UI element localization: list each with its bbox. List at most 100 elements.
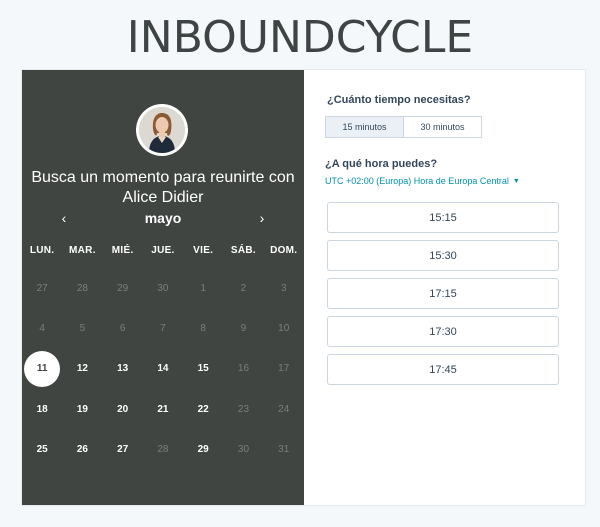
day-cell[interactable]: 18 bbox=[22, 389, 62, 429]
weekday-label: MIÉ. bbox=[111, 245, 134, 256]
day-number: 16 bbox=[237, 363, 250, 375]
day-cell: 23 bbox=[223, 389, 263, 429]
day-cell: 31 bbox=[264, 429, 304, 469]
day-cell[interactable]: 13 bbox=[103, 349, 143, 389]
day-number: 31 bbox=[278, 443, 290, 455]
day-cell[interactable]: 29 bbox=[183, 429, 223, 469]
day-cell: 2 bbox=[223, 268, 263, 308]
day-number: 29 bbox=[197, 443, 209, 455]
day-number: 18 bbox=[36, 403, 48, 415]
time-slot-list: 15:15 15:30 17:15 17:30 17:45 bbox=[327, 202, 559, 392]
time-panel: ¿Cuánto tiempo necesitas? 15 minutos 30 … bbox=[304, 70, 585, 505]
day-number: 7 bbox=[160, 322, 166, 334]
day-cell: 10 bbox=[264, 308, 304, 348]
day-number: 11 bbox=[24, 350, 61, 387]
day-number: 12 bbox=[76, 363, 88, 375]
day-cell[interactable]: 26 bbox=[62, 429, 102, 469]
day-cell[interactable]: 19 bbox=[62, 389, 102, 429]
day-number: 9 bbox=[240, 322, 247, 334]
duration-option-30[interactable]: 30 minutos bbox=[403, 116, 482, 138]
day-cell: 3 bbox=[264, 268, 304, 308]
avatar-photo bbox=[139, 107, 185, 153]
day-number: 17 bbox=[278, 363, 290, 375]
day-cell: 9 bbox=[223, 308, 263, 348]
weekday-label: DOM. bbox=[270, 245, 298, 256]
timezone-label: UTC +02:00 (Europa) Hora de Europa Centr… bbox=[325, 176, 509, 186]
day-number: 1 bbox=[200, 282, 206, 294]
day-number: 30 bbox=[237, 443, 250, 455]
day-cell: 30 bbox=[143, 268, 183, 308]
inboundcycle-logo: INBOUNDCYCLE bbox=[127, 12, 473, 62]
day-cell: 27 bbox=[22, 268, 62, 308]
day-cell[interactable]: 12 bbox=[62, 349, 102, 389]
day-cell[interactable]: 14 bbox=[143, 349, 183, 389]
duration-option-15[interactable]: 15 minutos bbox=[325, 116, 404, 138]
host-heading: Busca un momento para reunirte con Alice… bbox=[31, 169, 295, 206]
time-question: ¿A qué hora puedes? bbox=[325, 158, 438, 170]
booking-card: Busca un momento para reunirte con Alice… bbox=[22, 70, 585, 505]
day-number: 5 bbox=[79, 322, 86, 334]
weekday-label: SÁB. bbox=[230, 245, 256, 256]
day-number: 3 bbox=[280, 282, 287, 294]
day-number: 19 bbox=[76, 403, 88, 415]
weekday-label: JUE. bbox=[151, 245, 175, 256]
duration-question: ¿Cuánto tiempo necesitas? bbox=[327, 94, 471, 106]
day-number: 6 bbox=[119, 322, 126, 334]
logo-text: INBOUNDCYCLE bbox=[127, 12, 473, 62]
day-cell: 29 bbox=[103, 268, 143, 308]
day-number: 4 bbox=[39, 322, 45, 334]
weekday-label: VIE. bbox=[193, 245, 214, 256]
time-slot-button[interactable]: 15:30 bbox=[327, 240, 559, 271]
day-cell: 4 bbox=[22, 308, 62, 348]
day-cell: 6 bbox=[103, 308, 143, 348]
day-cell[interactable]: 22 bbox=[183, 389, 223, 429]
day-number: 14 bbox=[157, 363, 169, 375]
time-slot-button[interactable]: 15:15 bbox=[327, 202, 559, 233]
timezone-selector[interactable]: UTC +02:00 (Europa) Hora de Europa Centr… bbox=[325, 176, 520, 186]
day-number: 28 bbox=[157, 443, 169, 455]
day-cell: 1 bbox=[183, 268, 223, 308]
duration-selector: 15 minutos 30 minutos bbox=[325, 116, 482, 138]
day-grid: 27 28 29 30 1 2 3 4 5 6 7 8 9 10 11 12 13 14 15 16 17 18 19 20 2… bbox=[22, 268, 304, 469]
day-number: 13 bbox=[117, 363, 129, 375]
day-cell: 28 bbox=[62, 268, 102, 308]
day-cell: 30 bbox=[223, 429, 263, 469]
day-cell: 16 bbox=[223, 349, 263, 389]
day-cell[interactable]: 27 bbox=[103, 429, 143, 469]
weekday-label: LUN. bbox=[29, 245, 55, 256]
day-number: 21 bbox=[157, 403, 169, 415]
day-number: 26 bbox=[76, 443, 88, 455]
weekday-header: LUN. MAR. MIÉ. JUE. VIE. SÁB. DOM. bbox=[22, 245, 304, 256]
brand-logo: INBOUNDCYCLE bbox=[0, 6, 600, 62]
day-cell[interactable]: 21 bbox=[143, 389, 183, 429]
caret-down-icon: ▼ bbox=[512, 178, 520, 185]
day-number: 30 bbox=[157, 282, 169, 294]
avatar bbox=[136, 104, 188, 156]
day-number: 29 bbox=[117, 282, 129, 294]
calendar-panel: Busca un momento para reunirte con Alice… bbox=[22, 70, 304, 505]
time-slot-button[interactable]: 17:30 bbox=[327, 316, 559, 347]
day-number: 24 bbox=[278, 403, 290, 415]
day-cell: 8 bbox=[183, 308, 223, 348]
day-cell: 5 bbox=[62, 308, 102, 348]
time-slot-button[interactable]: 17:15 bbox=[327, 278, 559, 309]
day-number: 10 bbox=[278, 322, 290, 334]
day-cell: 24 bbox=[264, 389, 304, 429]
day-number: 23 bbox=[237, 403, 250, 415]
day-cell[interactable]: 25 bbox=[22, 429, 62, 469]
day-number: 15 bbox=[197, 363, 209, 375]
day-cell: 28 bbox=[143, 429, 183, 469]
person-icon bbox=[139, 107, 185, 153]
day-cell[interactable]: 20 bbox=[103, 389, 143, 429]
day-number: 22 bbox=[197, 403, 209, 415]
chevron-right-icon[interactable]: › bbox=[252, 208, 272, 228]
day-number: 8 bbox=[200, 322, 206, 334]
day-number: 27 bbox=[36, 282, 48, 294]
day-cell-selected[interactable]: 11 bbox=[22, 349, 62, 389]
day-number: 28 bbox=[76, 282, 88, 294]
day-number: 27 bbox=[117, 443, 129, 455]
day-cell: 17 bbox=[264, 349, 304, 389]
day-number: 20 bbox=[117, 403, 129, 415]
time-slot-button[interactable]: 17:45 bbox=[327, 354, 559, 385]
day-cell[interactable]: 15 bbox=[183, 349, 223, 389]
